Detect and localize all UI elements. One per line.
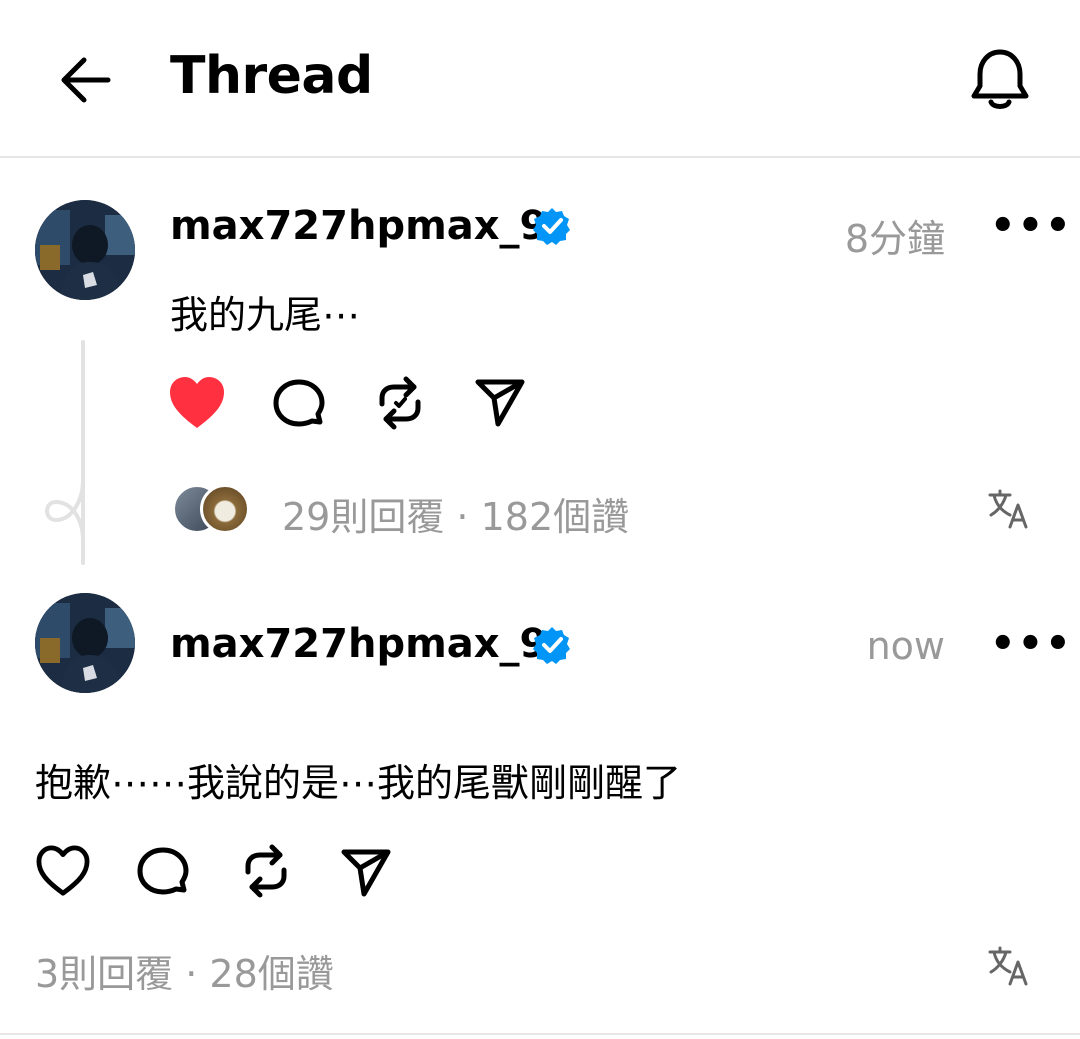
translate-button[interactable] bbox=[988, 489, 1030, 529]
share-button[interactable] bbox=[340, 848, 392, 898]
translate-icon bbox=[988, 489, 1028, 529]
comment-icon bbox=[137, 847, 189, 895]
like-button[interactable] bbox=[168, 376, 226, 430]
notifications-button[interactable] bbox=[966, 46, 1034, 114]
more-options-button[interactable]: ••• bbox=[990, 203, 1073, 249]
timestamp: 8分鐘 bbox=[844, 217, 945, 261]
reply-avatar bbox=[200, 484, 250, 534]
reply-avatars bbox=[172, 484, 252, 534]
verified-badge-icon bbox=[532, 625, 572, 665]
avatar-photo bbox=[35, 593, 135, 693]
share-icon bbox=[475, 379, 525, 427]
translate-button[interactable] bbox=[988, 946, 1030, 986]
heart-icon bbox=[36, 845, 90, 896]
comment-button[interactable] bbox=[272, 378, 326, 432]
like-button[interactable] bbox=[35, 845, 91, 897]
avatar[interactable] bbox=[35, 200, 135, 300]
divider bbox=[0, 1033, 1080, 1035]
post-text: 抱歉⋯⋯我說的是⋯我的尾獸剛剛醒了 bbox=[35, 761, 682, 805]
thread-loop-icon bbox=[42, 479, 92, 544]
repost-icon bbox=[245, 844, 287, 898]
arrow-left-icon bbox=[61, 57, 111, 103]
repost-button[interactable] bbox=[240, 842, 292, 900]
repost-icon bbox=[379, 376, 421, 430]
page-title: Thread bbox=[170, 46, 373, 106]
more-options-button[interactable]: ••• bbox=[990, 621, 1073, 667]
heart-icon bbox=[170, 377, 224, 428]
verified-badge-icon bbox=[532, 206, 572, 246]
share-button[interactable] bbox=[474, 378, 526, 428]
avatar-photo bbox=[35, 200, 135, 300]
username[interactable]: max727hpmax_9 bbox=[170, 621, 547, 667]
comment-button[interactable] bbox=[136, 846, 190, 900]
repost-button[interactable] bbox=[374, 374, 426, 432]
share-icon bbox=[341, 849, 391, 897]
timestamp: now bbox=[866, 624, 945, 668]
bell-icon bbox=[971, 49, 1029, 109]
comment-icon bbox=[273, 379, 325, 427]
replies-likes-count[interactable]: 3則回覆 · 28個讚 bbox=[35, 943, 334, 998]
top-bar: Thread bbox=[0, 0, 1080, 158]
username[interactable]: max727hpmax_9 bbox=[170, 203, 547, 249]
post-text: 我的九尾⋯ bbox=[170, 293, 361, 337]
avatar[interactable] bbox=[35, 593, 135, 693]
translate-icon bbox=[988, 946, 1028, 986]
back-button[interactable] bbox=[58, 53, 112, 107]
replies-likes-count[interactable]: 29則回覆 · 182個讚 bbox=[282, 486, 629, 541]
